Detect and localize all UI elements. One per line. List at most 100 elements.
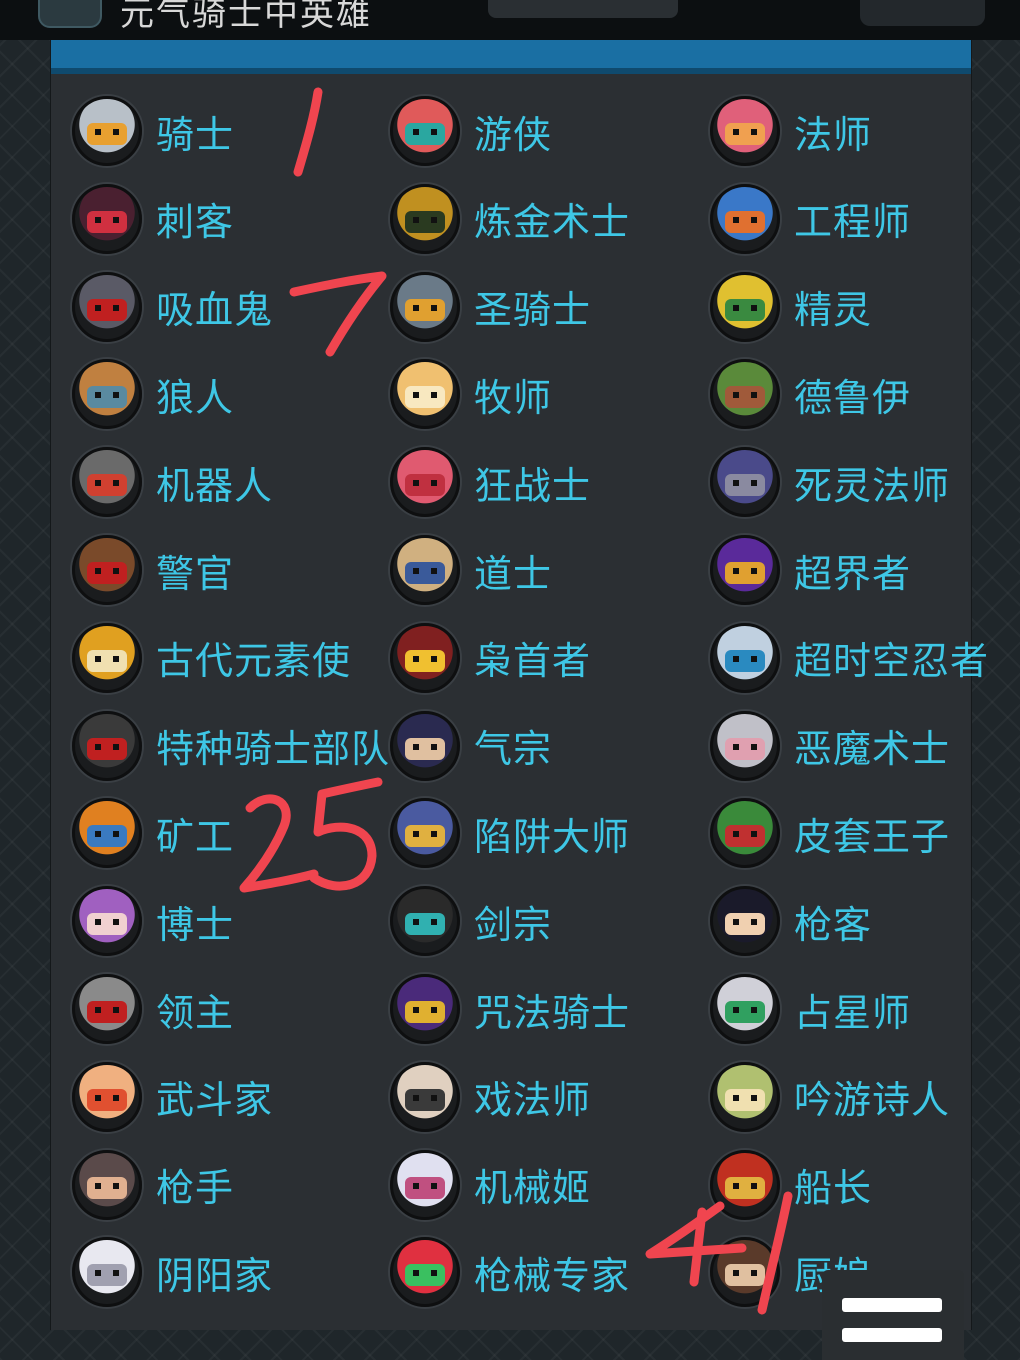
character-avatar-icon [710, 535, 780, 605]
avatar-eyes [95, 129, 119, 135]
character-name: 警官 [156, 551, 235, 596]
character-item[interactable]: 机械姬 [390, 1149, 591, 1221]
avatar-eyes [413, 1007, 437, 1013]
avatar-eyes [413, 129, 437, 135]
avatar-eyes [733, 480, 757, 487]
character-name: 气宗 [474, 727, 553, 772]
avatar-eyes [733, 216, 757, 223]
character-name: 圣骑士 [474, 288, 592, 333]
character-avatar-icon [710, 710, 780, 781]
character-name: 枪手 [156, 1166, 235, 1211]
character-name: 枭首者 [474, 639, 592, 684]
menu-icon-bar [842, 1328, 942, 1342]
character-item[interactable]: 占星师 [710, 973, 911, 1045]
character-avatar-icon [390, 710, 460, 781]
character-item[interactable]: 枪客 [710, 885, 872, 957]
character-item[interactable]: 工程师 [710, 183, 911, 255]
avatar-eyes [95, 655, 119, 662]
character-item[interactable]: 船长 [710, 1149, 872, 1221]
character-name: 吟游诗人 [794, 1078, 951, 1123]
avatar-eyes [95, 1094, 119, 1101]
character-avatar-icon [390, 886, 460, 957]
character-item[interactable]: 特种骑士部队 [72, 710, 390, 782]
character-name: 枪械专家 [474, 1253, 631, 1298]
character-item[interactable]: 道士 [390, 534, 552, 606]
character-item[interactable]: 炼金术士 [390, 183, 630, 255]
character-item[interactable]: 圣骑士 [390, 271, 591, 343]
avatar-eyes [413, 216, 437, 223]
character-avatar-icon [72, 183, 142, 254]
character-item[interactable]: 气宗 [390, 710, 552, 782]
character-avatar-icon [72, 798, 142, 869]
character-item[interactable]: 机器人 [72, 446, 273, 518]
character-item[interactable]: 德鲁伊 [710, 358, 911, 430]
avatar-eyes [413, 1270, 437, 1277]
character-avatar-icon [72, 271, 142, 342]
character-item[interactable]: 枪械专家 [390, 1236, 630, 1308]
character-item[interactable]: 恶魔术士 [710, 710, 950, 782]
character-item[interactable]: 游侠 [390, 95, 552, 167]
character-avatar-icon [710, 447, 780, 518]
character-roster: 骑士 游侠 法师刺客 炼金术士 工程师吸血鬼 圣骑士 精灵狼人 牧师 德鲁伊机器人 狂战士 死灵法师… [0, 0, 1020, 1360]
character-name: 戏法师 [474, 1078, 592, 1123]
avatar-eyes [413, 1094, 437, 1101]
avatar-eyes [95, 304, 119, 311]
character-avatar-icon [390, 798, 460, 869]
character-item[interactable]: 博士 [72, 885, 234, 957]
avatar-eyes [413, 919, 437, 926]
character-avatar-icon [72, 447, 142, 518]
character-item[interactable]: 吸血鬼 [72, 271, 273, 343]
character-avatar-icon [72, 1061, 142, 1132]
menu-button[interactable] [822, 1270, 964, 1360]
avatar-eyes [413, 392, 437, 399]
character-avatar-icon [72, 622, 142, 693]
character-item[interactable]: 领主 [72, 973, 234, 1045]
character-avatar-icon [390, 271, 460, 342]
character-item[interactable]: 阴阳家 [72, 1236, 273, 1308]
character-name: 狼人 [156, 375, 235, 420]
character-name: 工程师 [794, 200, 912, 245]
character-item[interactable]: 吟游诗人 [710, 1061, 950, 1133]
character-name: 超时空忍者 [794, 639, 990, 684]
character-item[interactable]: 狂战士 [390, 446, 591, 518]
character-item[interactable]: 骑士 [72, 95, 234, 167]
character-item[interactable]: 超时空忍者 [710, 622, 989, 694]
character-item[interactable]: 古代元素使 [72, 622, 351, 694]
avatar-eyes [733, 1182, 757, 1189]
character-item[interactable]: 枭首者 [390, 622, 591, 694]
character-name: 陷阱大师 [474, 814, 631, 859]
character-item[interactable]: 陷阱大师 [390, 797, 630, 869]
character-avatar-icon [390, 535, 460, 605]
character-name: 领主 [156, 990, 235, 1035]
character-avatar-icon [710, 96, 780, 166]
character-name: 道士 [474, 551, 553, 596]
character-name: 博士 [156, 902, 235, 947]
character-item[interactable]: 刺客 [72, 183, 234, 255]
character-item[interactable]: 精灵 [710, 271, 872, 343]
character-item[interactable]: 狼人 [72, 358, 234, 430]
avatar-eyes [95, 392, 119, 399]
character-avatar-icon [710, 1149, 780, 1220]
character-item[interactable]: 武斗家 [72, 1061, 273, 1133]
character-item[interactable]: 法师 [710, 95, 872, 167]
character-item[interactable]: 枪手 [72, 1149, 234, 1221]
character-avatar-icon [710, 359, 780, 430]
character-item[interactable]: 超界者 [710, 534, 911, 606]
character-item[interactable]: 戏法师 [390, 1061, 591, 1133]
character-item[interactable]: 咒法骑士 [390, 973, 630, 1045]
character-item[interactable]: 皮套王子 [710, 797, 950, 869]
character-avatar-icon [710, 622, 780, 693]
character-item[interactable]: 警官 [72, 534, 234, 606]
character-item[interactable]: 死灵法师 [710, 446, 950, 518]
character-item[interactable]: 矿工 [72, 797, 234, 869]
avatar-eyes [95, 216, 119, 223]
character-name: 咒法骑士 [474, 990, 631, 1035]
avatar-eyes [413, 655, 437, 662]
character-name: 剑宗 [474, 902, 553, 947]
character-name: 占星师 [794, 990, 912, 1035]
character-avatar-icon [72, 96, 142, 166]
character-item[interactable]: 剑宗 [390, 885, 552, 957]
character-name: 船长 [794, 1166, 873, 1211]
character-name: 皮套王子 [794, 814, 951, 859]
character-item[interactable]: 牧师 [390, 358, 552, 430]
